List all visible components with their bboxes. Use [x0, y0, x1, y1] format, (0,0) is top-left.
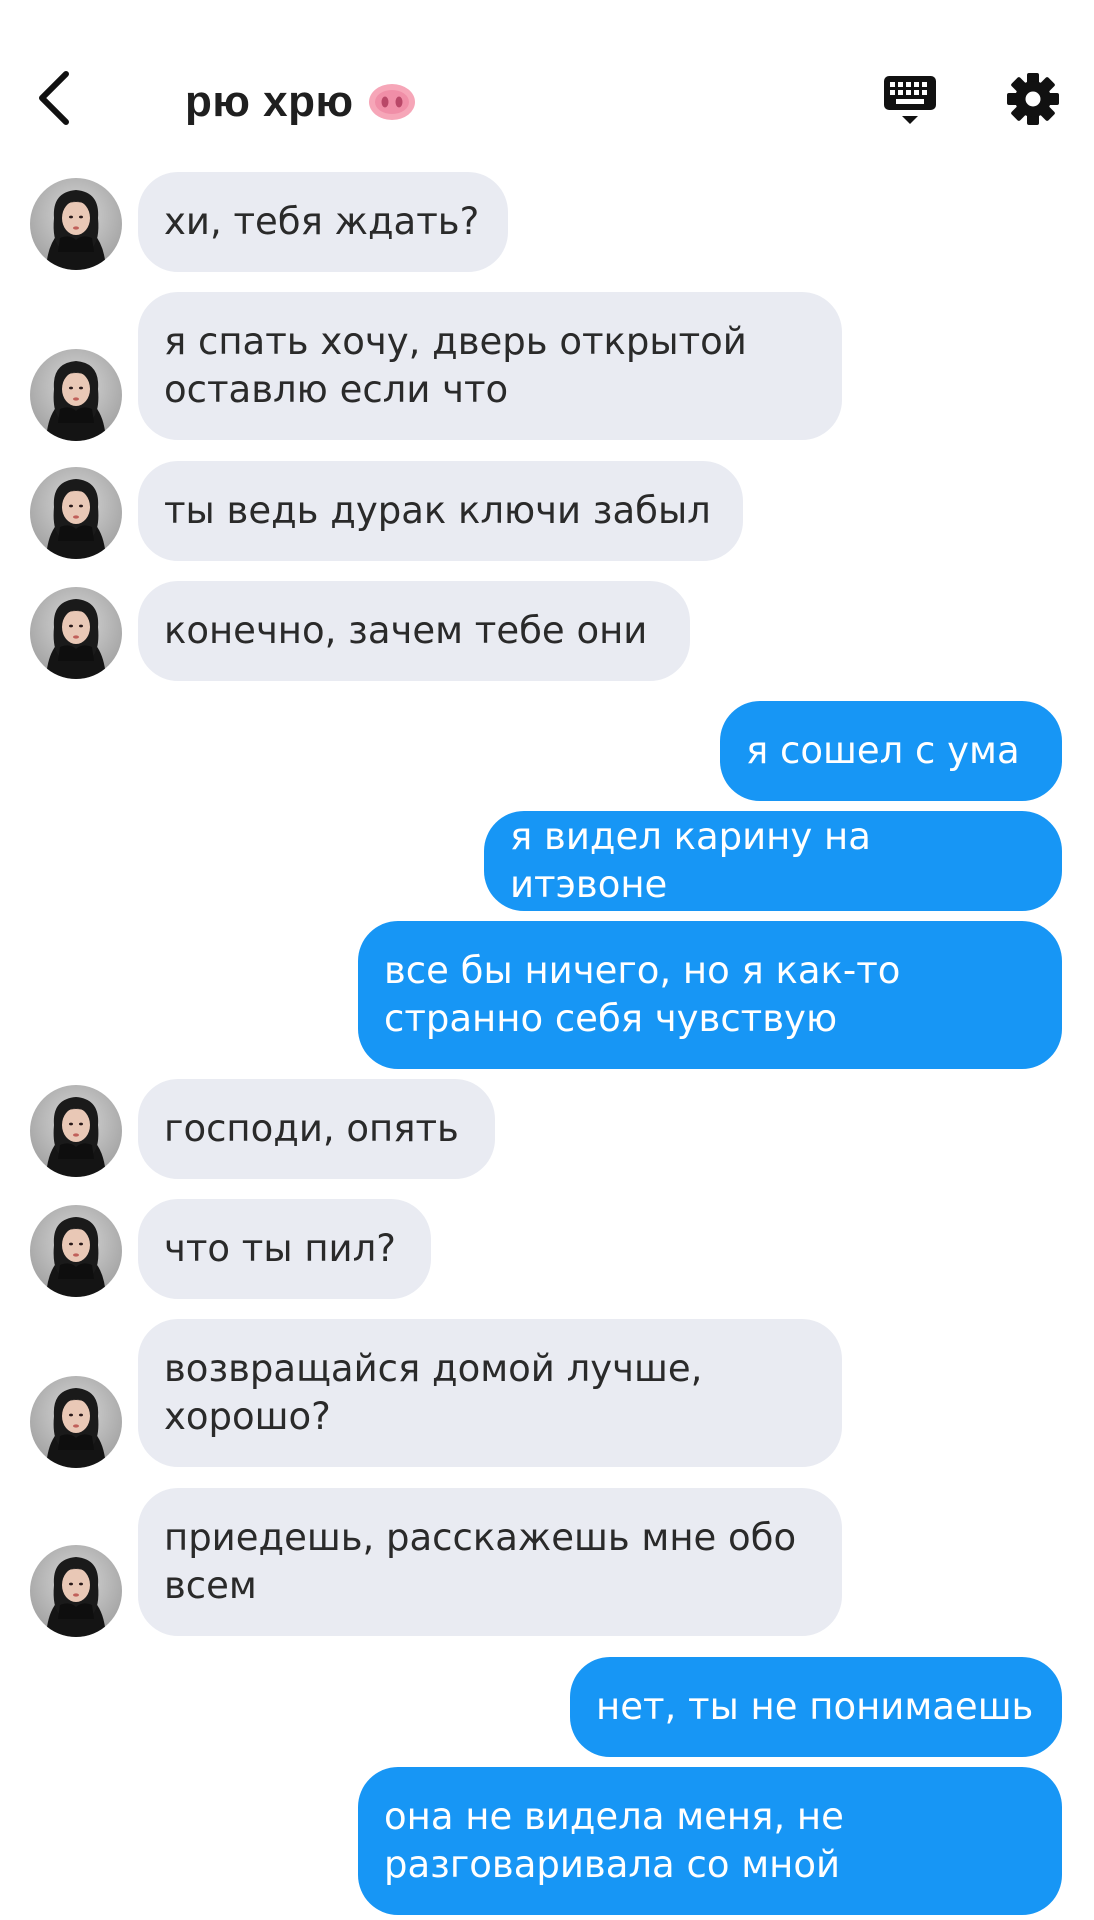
message-text: приедешь, расскажешь мне обо всем [164, 1516, 797, 1607]
incoming-message-bubble[interactable]: я спать хочу, дверь открытой оставлю есл… [138, 292, 842, 440]
chat-header: рю хрю [0, 0, 1094, 170]
contact-avatar[interactable] [30, 587, 122, 679]
message-text: я видел карину на итэвоне [510, 815, 871, 906]
chevron-left-icon [39, 71, 69, 125]
message-text: нет, ты не понимаешь [596, 1685, 1034, 1728]
message-text: она не видела меня, не разговаривала со … [384, 1795, 844, 1886]
message-text: конечно, зачем тебе они [164, 609, 648, 652]
keyboard-icon [884, 76, 936, 124]
message-text: я сошел с ума [746, 729, 1020, 772]
chat-title-group[interactable]: рю хрю [185, 74, 416, 130]
incoming-message-bubble[interactable]: приедешь, расскажешь мне обо всем [138, 1488, 842, 1636]
message-text: хи, тебя ждать? [164, 200, 480, 243]
incoming-message-bubble[interactable]: ты ведь дурак ключи забыл [138, 461, 743, 561]
message-text: возвращайся домой лучше, хорошо? [164, 1347, 703, 1438]
incoming-message-bubble[interactable]: что ты пил? [138, 1199, 431, 1299]
pig-nose-icon [368, 84, 415, 120]
contact-avatar[interactable] [30, 1205, 122, 1297]
keyboard-button[interactable] [882, 72, 938, 128]
contact-avatar[interactable] [30, 349, 122, 441]
gear-icon [1007, 73, 1059, 125]
outgoing-message-bubble[interactable]: я сошел с ума [720, 701, 1062, 801]
outgoing-message-bubble[interactable]: все бы ничего, но я как-то странно себя … [358, 921, 1062, 1069]
message-text: я спать хочу, дверь открытой оставлю есл… [164, 320, 747, 411]
message-text: что ты пил? [164, 1227, 396, 1270]
message-text: все бы ничего, но я как-то странно себя … [384, 949, 901, 1040]
outgoing-message-bubble[interactable]: нет, ты не понимаешь [570, 1657, 1062, 1757]
contact-avatar[interactable] [30, 467, 122, 559]
message-text: господи, опять [164, 1107, 459, 1150]
contact-avatar[interactable] [30, 1085, 122, 1177]
outgoing-message-bubble[interactable]: она не видела меня, не разговаривала со … [358, 1767, 1062, 1915]
incoming-message-bubble[interactable]: возвращайся домой лучше, хорошо? [138, 1319, 842, 1467]
incoming-message-bubble[interactable]: хи, тебя ждать? [138, 172, 508, 272]
outgoing-message-bubble[interactable]: я видел карину на итэвоне [484, 811, 1062, 911]
incoming-message-bubble[interactable]: господи, опять [138, 1079, 495, 1179]
contact-avatar[interactable] [30, 178, 122, 270]
contact-avatar[interactable] [30, 1376, 122, 1468]
incoming-message-bubble[interactable]: конечно, зачем тебе они [138, 581, 690, 681]
back-button[interactable] [30, 68, 80, 128]
settings-button[interactable] [1006, 72, 1060, 126]
contact-avatar[interactable] [30, 1545, 122, 1637]
chat-title: рю хрю [185, 77, 354, 126]
message-text: ты ведь дурак ключи забыл [164, 489, 711, 532]
